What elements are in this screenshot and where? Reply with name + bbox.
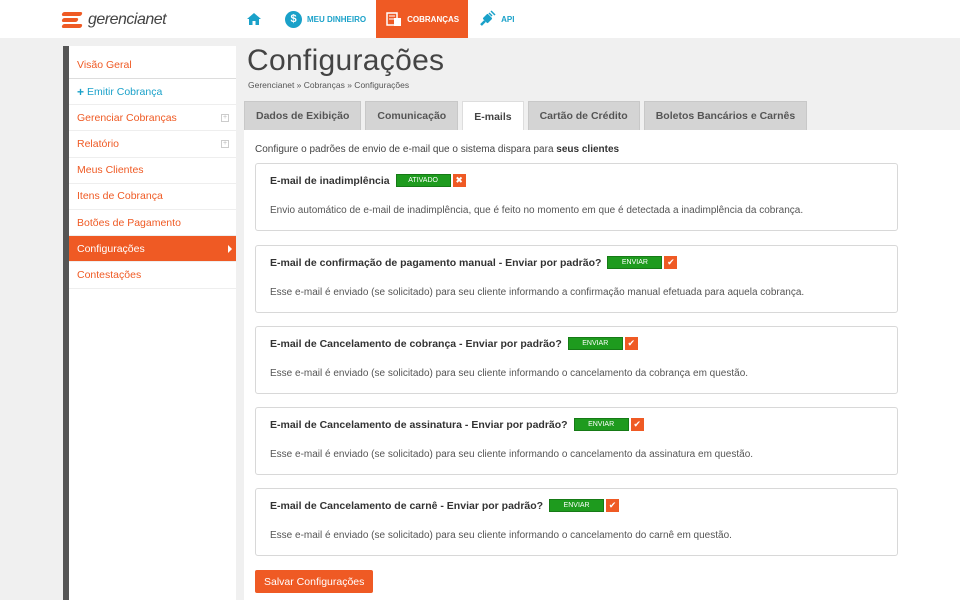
sidebar-item-label: Configurações (77, 242, 145, 255)
sidebar-item-label: Botões de Pagamento (77, 216, 181, 229)
logo-text: gerencianet (88, 11, 167, 28)
page-title: Configurações (247, 44, 445, 77)
emails-panel: Configure o padrões de envio de e-mail q… (244, 130, 960, 600)
nav-meu-dinheiro-label: MEU DINHEIRO (307, 14, 367, 24)
nav-api-label: API (501, 14, 515, 24)
home-icon (246, 12, 262, 26)
email-setting-card: E-mail de confirmação de pagamento manua… (255, 245, 898, 313)
nav-api[interactable]: API (468, 0, 524, 38)
email-setting-title: E-mail de Cancelamento de assinatura - E… (270, 418, 568, 431)
plus-icon: + (77, 84, 85, 99)
status-toggle[interactable]: ATIVADO (395, 174, 451, 187)
check-icon[interactable]: ✔ (664, 256, 678, 269)
tab-cartao-de-credito[interactable]: Cartão de Crédito (527, 101, 640, 130)
expand-icon[interactable]: + (221, 139, 229, 148)
nav-meu-dinheiro[interactable]: $ MEU DINHEIRO (275, 0, 376, 38)
sidebar-item-configuracoes[interactable]: Configurações (69, 236, 236, 263)
email-setting-title: E-mail de confirmação de pagamento manua… (270, 256, 602, 269)
expand-icon[interactable]: + (221, 113, 229, 122)
email-setting-card: E-mail de Cancelamento de assinatura - E… (255, 407, 898, 475)
tab-e-mails[interactable]: E-mails (462, 101, 524, 131)
sidebar-item-label: Relatório (77, 137, 120, 150)
intro-text: Configure o padrões de envio de e-mail q… (255, 144, 619, 155)
nav-cobrancas-label: COBRANÇAS (407, 14, 460, 24)
gerencianet-logo[interactable]: gerencianet (61, 9, 167, 31)
email-setting-description: Esse e-mail é enviado (se solicitado) pa… (270, 530, 732, 541)
tab-comunicacao[interactable]: Comunicação (365, 101, 459, 130)
close-icon[interactable]: ✖ (452, 174, 466, 187)
check-icon[interactable]: ✔ (630, 418, 644, 431)
email-setting-card: E-mail de Cancelamento de cobrança - Env… (255, 326, 898, 394)
invoice-icon (386, 11, 402, 27)
check-icon[interactable]: ✔ (624, 337, 638, 350)
sidebar-item-label: Contestações (77, 268, 142, 281)
email-setting-title: E-mail de inadimplência (270, 174, 390, 187)
sidebar-item-emitir-cobranca[interactable]: + Emitir Cobrança (69, 79, 236, 106)
sidebar-item-label: Meus Clientes (77, 164, 144, 177)
email-setting-title: E-mail de Cancelamento de carnê - Enviar… (270, 499, 544, 512)
sidebar-item-gerenciar-cobrancas[interactable]: Gerenciar Cobranças + (69, 105, 236, 132)
sidebar-item-meus-clientes[interactable]: Meus Clientes (69, 158, 236, 184)
sidebar-item-visao-geral[interactable]: Visão Geral (69, 46, 236, 79)
plug-icon (478, 10, 496, 28)
sidebar-item-label: Gerenciar Cobranças (77, 111, 177, 124)
email-setting-description: Esse e-mail é enviado (se solicitado) pa… (270, 287, 805, 298)
tab-dados-de-exibicao[interactable]: Dados de Exibição (244, 101, 362, 130)
email-setting-description: Esse e-mail é enviado (se solicitado) pa… (270, 368, 749, 379)
send-toggle[interactable]: ENVIAR (607, 256, 663, 269)
tab-boletos-bancarios-e-carnes[interactable]: Boletos Bancários e Carnês (643, 101, 808, 130)
coin-icon: $ (285, 10, 302, 28)
logo-mark-icon (61, 11, 84, 29)
email-setting-title: E-mail de Cancelamento de cobrança - Env… (270, 337, 562, 350)
settings-tabs: Dados de Exibição Comunicação E-mails Ca… (244, 101, 811, 131)
sidebar-item-contestacoes[interactable]: Contestações (69, 262, 236, 289)
chevron-right-icon (228, 244, 232, 253)
email-setting-description: Esse e-mail é enviado (se solicitado) pa… (270, 449, 754, 460)
email-setting-card: E-mail de Cancelamento de carnê - Enviar… (255, 488, 898, 556)
email-setting-description: Envio automático de e-mail de inadimplên… (270, 205, 804, 216)
sidebar-item-label: Itens de Cobrança (77, 190, 163, 203)
send-toggle[interactable]: ENVIAR (549, 499, 605, 512)
send-toggle[interactable]: ENVIAR (567, 337, 623, 350)
top-bar: gerencianet $ MEU DINHEIRO COBRANÇAS API (0, 0, 960, 38)
nav-cobrancas[interactable]: COBRANÇAS (376, 0, 469, 38)
check-icon[interactable]: ✔ (606, 499, 620, 512)
nav-home[interactable] (237, 0, 275, 38)
sidebar-item-botoes-de-pagamento[interactable]: Botões de Pagamento (69, 210, 236, 237)
send-toggle[interactable]: ENVIAR (573, 418, 629, 431)
save-settings-button[interactable]: Salvar Configurações (255, 570, 374, 593)
sidebar-item-label: Emitir Cobrança (87, 85, 163, 98)
sidebar: Visão Geral + Emitir Cobrança Gerenciar … (69, 46, 236, 600)
breadcrumb: Gerencianet » Cobranças » Configurações (248, 80, 410, 90)
sidebar-item-itens-de-cobranca[interactable]: Itens de Cobrança (69, 184, 236, 210)
email-setting-card: E-mail de inadimplência ATIVADO ✖ Envio … (255, 163, 898, 231)
sidebar-item-relatorio[interactable]: Relatório + (69, 131, 236, 158)
main-nav: $ MEU DINHEIRO COBRANÇAS API (237, 0, 524, 38)
intro-text-main: Configure o padrões de envio de e-mail q… (255, 144, 557, 155)
intro-text-bold: seus clientes (556, 144, 620, 155)
sidebar-item-label: Visão Geral (77, 58, 132, 71)
